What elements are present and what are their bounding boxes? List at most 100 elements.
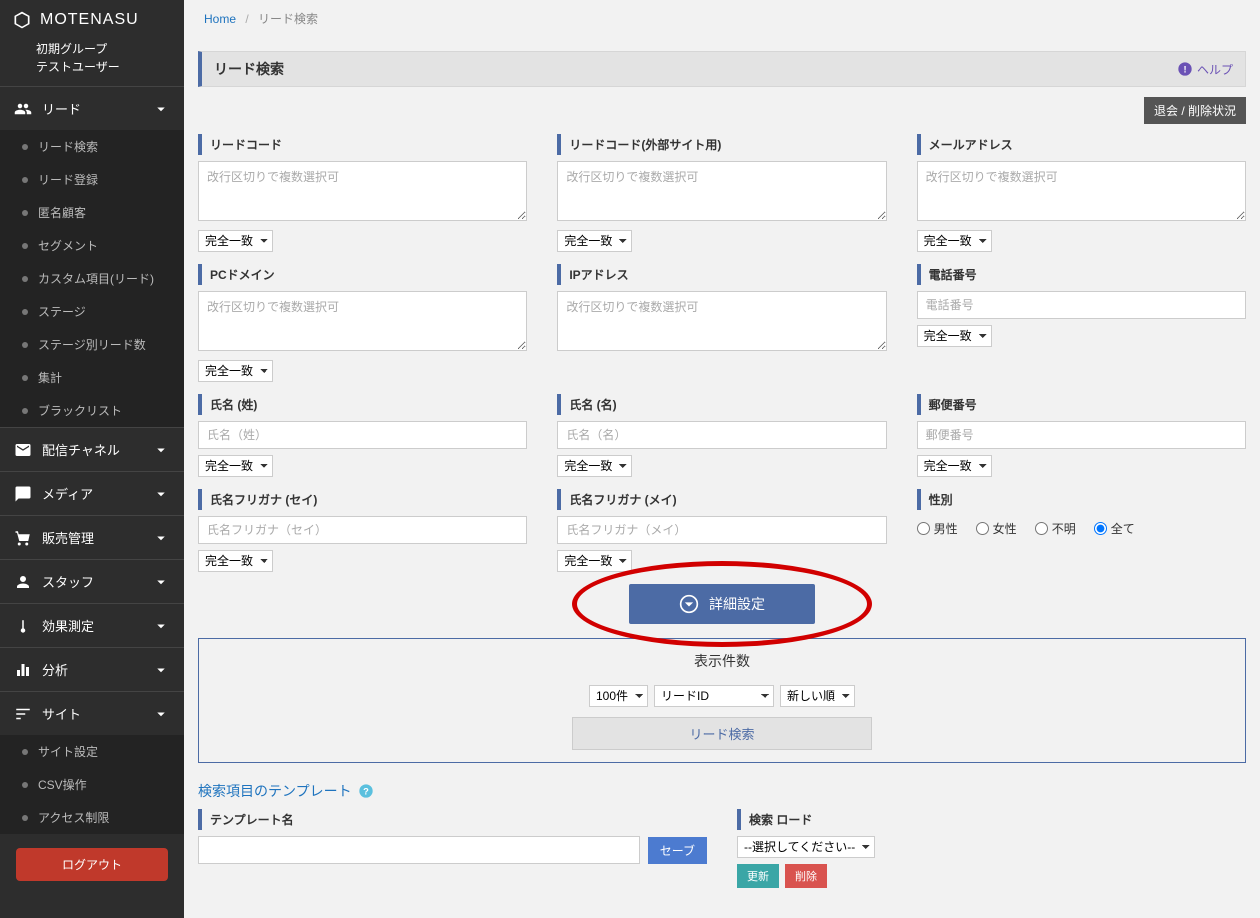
input-pc-domain[interactable] bbox=[198, 291, 527, 351]
input-phone[interactable] bbox=[917, 291, 1246, 319]
label-firstname-kana: 氏名フリガナ (メイ) bbox=[557, 489, 886, 510]
svg-text:!: ! bbox=[1183, 64, 1186, 74]
users-icon bbox=[14, 100, 32, 118]
help-icon: ! bbox=[1177, 61, 1193, 77]
breadcrumb: Home / リード検索 bbox=[184, 0, 1260, 37]
label-template-load: 検索 ロード bbox=[737, 809, 1246, 830]
sub-segment[interactable]: セグメント bbox=[0, 229, 184, 262]
radio-male[interactable]: 男性 bbox=[917, 520, 958, 537]
sub-blacklist[interactable]: ブラックリスト bbox=[0, 394, 184, 427]
input-lead-code[interactable] bbox=[198, 161, 527, 221]
breadcrumb-current: リード検索 bbox=[258, 12, 318, 26]
match-lastname-kana[interactable]: 完全一致 bbox=[198, 550, 273, 572]
match-postal[interactable]: 完全一致 bbox=[917, 455, 992, 477]
sub-site-settings[interactable]: サイト設定 bbox=[0, 735, 184, 768]
radio-unknown[interactable]: 不明 bbox=[1035, 520, 1076, 537]
input-postal[interactable] bbox=[917, 421, 1246, 449]
chevron-down-icon bbox=[152, 441, 170, 459]
label-pc-domain: PCドメイン bbox=[198, 264, 527, 285]
select-sort[interactable]: リードID bbox=[654, 685, 774, 707]
label-template-name: テンプレート名 bbox=[198, 809, 707, 830]
help-link[interactable]: ! ヘルプ bbox=[1177, 61, 1233, 78]
match-pc-domain[interactable]: 完全一致 bbox=[198, 360, 273, 382]
question-icon[interactable]: ? bbox=[358, 783, 374, 799]
nav-media[interactable]: メディア bbox=[0, 471, 184, 515]
label-email: メールアドレス bbox=[917, 134, 1246, 155]
page-title: リード検索 bbox=[214, 59, 284, 79]
label-lastname: 氏名 (姓) bbox=[198, 394, 527, 415]
label-lead-code-ext: リードコード(外部サイト用) bbox=[557, 134, 886, 155]
detail-settings-button[interactable]: 詳細設定 bbox=[629, 584, 815, 624]
template-section-title: 検索項目のテンプレート ? bbox=[184, 777, 1260, 809]
breadcrumb-home[interactable]: Home bbox=[204, 12, 236, 26]
chevron-down-icon bbox=[152, 573, 170, 591]
display-title: 表示件数 bbox=[211, 651, 1233, 671]
nav-staff[interactable]: スタッフ bbox=[0, 559, 184, 603]
user-block: 初期グループ テストユーザー bbox=[0, 40, 184, 86]
nav-channel[interactable]: 配信チャネル bbox=[0, 427, 184, 471]
input-template-name[interactable] bbox=[198, 836, 640, 864]
main: Home / リード検索 リード検索 ! ヘルプ 退会 / 削除状況 リードコー… bbox=[184, 0, 1260, 918]
nav-sales[interactable]: 販売管理 bbox=[0, 515, 184, 559]
match-phone[interactable]: 完全一致 bbox=[917, 325, 992, 347]
label-postal: 郵便番号 bbox=[917, 394, 1246, 415]
match-firstname-kana[interactable]: 完全一致 bbox=[557, 550, 632, 572]
match-lead-code-ext[interactable]: 完全一致 bbox=[557, 230, 632, 252]
select-template-load[interactable]: --選択してください-- bbox=[737, 836, 875, 858]
input-lead-code-ext[interactable] bbox=[557, 161, 886, 221]
lead-search-button[interactable]: リード検索 bbox=[572, 717, 872, 750]
sub-csv[interactable]: CSV操作 bbox=[0, 768, 184, 801]
label-firstname: 氏名 (名) bbox=[557, 394, 886, 415]
input-lastname-kana[interactable] bbox=[198, 516, 527, 544]
chevron-down-icon bbox=[152, 485, 170, 503]
sub-custom[interactable]: カスタム項目(リード) bbox=[0, 262, 184, 295]
input-lastname[interactable] bbox=[198, 421, 527, 449]
label-phone: 電話番号 bbox=[917, 264, 1246, 285]
input-firstname-kana[interactable] bbox=[557, 516, 886, 544]
select-count[interactable]: 100件 bbox=[589, 685, 648, 707]
match-lead-code[interactable]: 完全一致 bbox=[198, 230, 273, 252]
label-ip: IPアドレス bbox=[557, 264, 886, 285]
match-firstname[interactable]: 完全一致 bbox=[557, 455, 632, 477]
logout-button[interactable]: ログアウト bbox=[16, 848, 168, 881]
match-lastname[interactable]: 完全一致 bbox=[198, 455, 273, 477]
label-lead-code: リードコード bbox=[198, 134, 527, 155]
sub-stage-count[interactable]: ステージ別リード数 bbox=[0, 328, 184, 361]
sub-access[interactable]: アクセス制限 bbox=[0, 801, 184, 834]
chart-icon bbox=[14, 661, 32, 679]
update-button[interactable]: 更新 bbox=[737, 864, 779, 888]
input-firstname[interactable] bbox=[557, 421, 886, 449]
user-name: テストユーザー bbox=[36, 58, 166, 76]
gender-radios: 男性 女性 不明 全て bbox=[917, 516, 1246, 537]
page-header: リード検索 ! ヘルプ bbox=[198, 51, 1246, 87]
brand: MOTENASU bbox=[0, 0, 184, 40]
nav-site-submenu: サイト設定 CSV操作 アクセス制限 bbox=[0, 735, 184, 834]
match-email[interactable]: 完全一致 bbox=[917, 230, 992, 252]
radio-female[interactable]: 女性 bbox=[976, 520, 1017, 537]
chat-icon bbox=[14, 485, 32, 503]
sub-stage[interactable]: ステージ bbox=[0, 295, 184, 328]
chevron-circle-down-icon bbox=[679, 594, 699, 614]
nav-lead-submenu: リード検索 リード登録 匿名顧客 セグメント カスタム項目(リード) ステージ … bbox=[0, 130, 184, 427]
radio-all[interactable]: 全て bbox=[1094, 520, 1135, 537]
sub-lead-search[interactable]: リード検索 bbox=[0, 130, 184, 163]
chevron-down-icon bbox=[152, 100, 170, 118]
svg-text:?: ? bbox=[363, 786, 369, 796]
sub-aggregate[interactable]: 集計 bbox=[0, 361, 184, 394]
delete-button[interactable]: 削除 bbox=[785, 864, 827, 888]
cart-icon bbox=[14, 529, 32, 547]
save-button[interactable]: セーブ bbox=[648, 837, 707, 864]
nav-site[interactable]: サイト bbox=[0, 691, 184, 735]
nav-analysis[interactable]: 分析 bbox=[0, 647, 184, 691]
input-ip[interactable] bbox=[557, 291, 886, 351]
search-form: リードコード 完全一致 リードコード(外部サイト用) 完全一致 メールアドレス … bbox=[184, 134, 1260, 572]
nav-effect[interactable]: 効果測定 bbox=[0, 603, 184, 647]
sub-anon[interactable]: 匿名顧客 bbox=[0, 196, 184, 229]
status-button[interactable]: 退会 / 削除状況 bbox=[1144, 97, 1246, 124]
select-order[interactable]: 新しい順 bbox=[780, 685, 855, 707]
staff-icon bbox=[14, 573, 32, 591]
input-email[interactable] bbox=[917, 161, 1246, 221]
mail-icon bbox=[14, 441, 32, 459]
sub-lead-register[interactable]: リード登録 bbox=[0, 163, 184, 196]
nav-lead[interactable]: リード bbox=[0, 86, 184, 130]
